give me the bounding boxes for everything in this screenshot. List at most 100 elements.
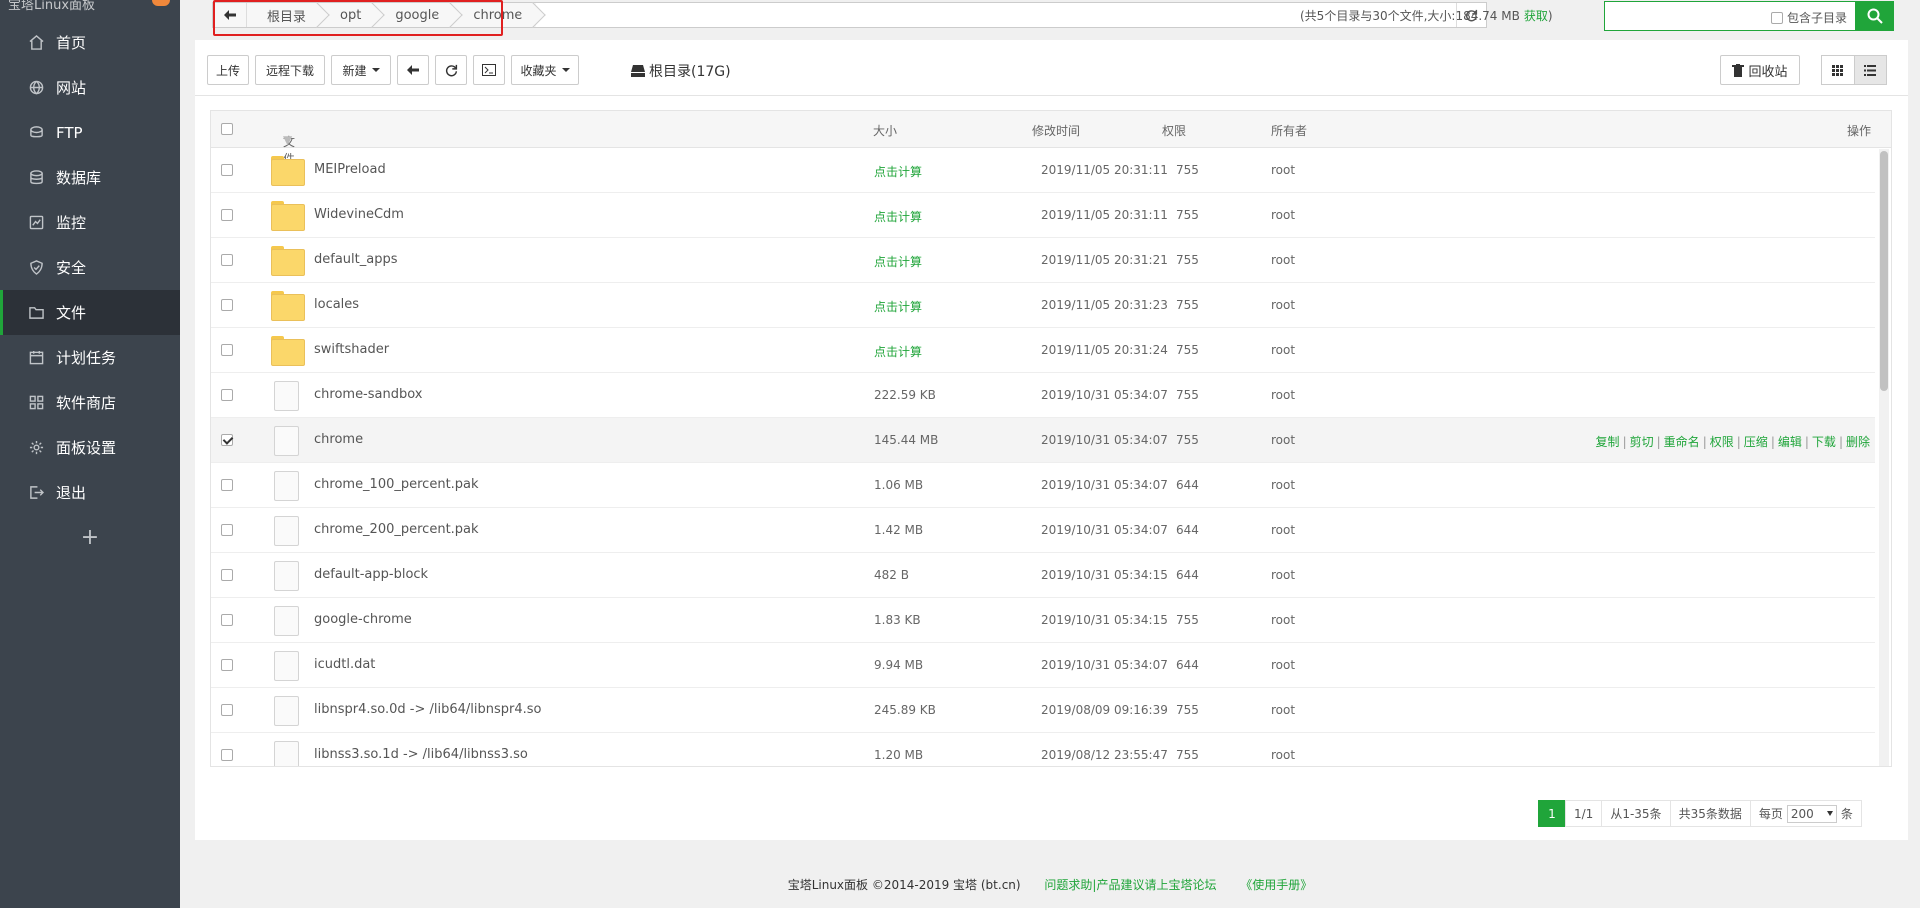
file-name[interactable]: WidevineCdm [314,207,404,222]
path-back-button[interactable] [213,3,247,27]
row-action-0[interactable]: 复制 [1596,435,1620,449]
row-action-5[interactable]: 编辑 [1778,435,1802,449]
row-action-7[interactable]: 删除 [1846,435,1870,449]
sidebar-item-logout[interactable]: 退出 [0,470,180,515]
row-action-4[interactable]: 压缩 [1744,435,1768,449]
row-checkbox[interactable] [221,344,233,356]
sidebar-item-database[interactable]: 数据库 [0,155,180,200]
row-action-2[interactable]: 重命名 [1664,435,1700,449]
breadcrumb-item-root[interactable]: 根目录 [247,3,321,27]
table-scrollbar[interactable] [1879,149,1889,766]
file-name[interactable]: google-chrome [314,612,412,627]
notification-badge[interactable] [152,0,170,6]
table-row[interactable]: chrome_100_percent.pak 1.06 MB 2019/10/31 … [211,463,1875,508]
search-input[interactable]: 包含子目录 [1604,1,1856,31]
row-checkbox[interactable] [221,479,233,491]
grid-view-button[interactable] [1822,56,1854,84]
table-row[interactable]: chrome 145.44 MB 2019/10/31 05:34:07 755 roo… [211,418,1875,463]
scrollbar-thumb[interactable] [1880,151,1888,391]
row-checkbox[interactable] [221,209,233,221]
row-checkbox[interactable] [221,299,233,311]
file-name[interactable]: libnspr4.so.0d -> /lib64/libnspr4.so [314,702,541,717]
sidebar-item-home[interactable]: 首页 [0,20,180,65]
table-row[interactable]: libnspr4.so.0d -> /lib64/libnspr4.so 245.… [211,688,1875,733]
header-size[interactable]: 大小 [873,122,897,139]
row-checkbox[interactable] [221,164,233,176]
page-current[interactable]: 1 [1538,800,1566,827]
search-button[interactable] [1856,1,1894,31]
table-row[interactable]: chrome_200_percent.pak 1.42 MB 2019/10/31 … [211,508,1875,553]
table-row[interactable]: default-app-block 482 B 2019/10/31 05:34:1… [211,553,1875,598]
favorites-button[interactable]: 收藏夹 [511,55,579,85]
include-subdir-option[interactable]: 包含子目录 [1770,9,1847,26]
refresh-button[interactable] [435,55,467,85]
header-mtime[interactable]: 修改时间 [1032,122,1080,139]
table-row[interactable]: default_apps 点击计算 2019/11/05 20:31:21 755 ro… [211,238,1875,283]
file-name[interactable]: default_apps [314,252,397,267]
row-checkbox[interactable] [221,524,233,536]
file-name[interactable]: default-app-block [314,567,428,582]
back-button[interactable] [397,55,429,85]
sidebar-item-globe[interactable]: 网站 [0,65,180,110]
calc-size-link[interactable]: 点击计算 [874,253,922,270]
row-checkbox[interactable] [221,704,233,716]
row-checkbox[interactable] [221,434,233,446]
row-checkbox[interactable] [221,749,233,761]
footer-manual-link[interactable]: 《使用手册》 [1240,878,1312,892]
recycle-bin-button[interactable]: 回收站 [1720,55,1800,85]
file-name[interactable]: icudtl.dat [314,657,375,672]
sidebar-item-folder[interactable]: 文件 [0,290,180,335]
apps-icon [28,395,44,411]
sidebar-item-apps[interactable]: 软件商店 [0,380,180,425]
upload-button[interactable]: 上传 [207,55,249,85]
file-name[interactable]: chrome_100_percent.pak [314,477,479,492]
file-size: 222.59 KB [874,388,936,402]
file-name[interactable]: chrome_200_percent.pak [314,522,479,537]
row-checkbox[interactable] [221,254,233,266]
footer-forum-link[interactable]: 问题求助|产品建议请上宝塔论坛 [1044,878,1216,892]
row-action-6[interactable]: 下载 [1812,435,1836,449]
breadcrumb-item-google[interactable]: google [375,3,454,27]
disk-info[interactable]: 根目录(17G) [631,61,731,81]
file-name[interactable]: chrome-sandbox [314,387,422,402]
breadcrumb-item-chrome[interactable]: chrome [453,3,537,27]
sidebar-item-calendar[interactable]: 计划任务 [0,335,180,380]
sidebar-item-ftp[interactable]: FTP [0,110,180,155]
row-action-1[interactable]: 剪切 [1630,435,1654,449]
file-name[interactable]: swiftshader [314,342,389,357]
sidebar-item-monitor[interactable]: 监控 [0,200,180,245]
select-all-checkbox[interactable] [221,123,233,135]
add-menu-button[interactable]: + [0,515,180,560]
remote-download-button[interactable]: 远程下载 [255,55,325,85]
table-row[interactable]: libnss3.so.1d -> /lib64/libnss3.so 1.20 M… [211,733,1875,766]
calc-size-link[interactable]: 点击计算 [874,343,922,360]
terminal-button[interactable] [473,55,505,85]
sidebar-item-shield[interactable]: 安全 [0,245,180,290]
list-view-button[interactable] [1853,56,1886,84]
per-page-select[interactable]: 200 [1786,804,1837,823]
table-row[interactable]: google-chrome 1.83 KB 2019/10/31 05:34:15 7… [211,598,1875,643]
table-row[interactable]: swiftshader 点击计算 2019/11/05 20:31:24 755 roo… [211,328,1875,373]
table-row[interactable]: locales 点击计算 2019/11/05 20:31:23 755 root [211,283,1875,328]
table-row[interactable]: WidevineCdm 点击计算 2019/11/05 20:31:11 755 roo… [211,193,1875,238]
row-checkbox[interactable] [221,659,233,671]
include-subdir-checkbox[interactable] [1770,11,1783,24]
calc-size-link[interactable]: 点击计算 [874,298,922,315]
sidebar-item-gear[interactable]: 面板设置 [0,425,180,470]
new-button[interactable]: 新建 [331,55,391,85]
table-row[interactable]: chrome-sandbox 222.59 KB 2019/10/31 05:34:… [211,373,1875,418]
footer-copyright: 宝塔Linux面板 ©2014-2019 宝塔 (bt.cn) [787,878,1021,892]
fetch-size-link[interactable]: 获取 [1524,9,1548,23]
file-name[interactable]: locales [314,297,359,312]
file-name[interactable]: libnss3.so.1d -> /lib64/libnss3.so [314,747,528,762]
row-checkbox[interactable] [221,614,233,626]
row-action-3[interactable]: 权限 [1710,435,1734,449]
file-name[interactable]: MEIPreload [314,162,386,177]
file-name[interactable]: chrome [314,432,363,447]
calc-size-link[interactable]: 点击计算 [874,163,922,180]
table-row[interactable]: MEIPreload 点击计算 2019/11/05 20:31:11 755 root [211,148,1875,193]
calc-size-link[interactable]: 点击计算 [874,208,922,225]
row-checkbox[interactable] [221,569,233,581]
row-checkbox[interactable] [221,389,233,401]
table-row[interactable]: icudtl.dat 9.94 MB 2019/10/31 05:34:07 644 r… [211,643,1875,688]
